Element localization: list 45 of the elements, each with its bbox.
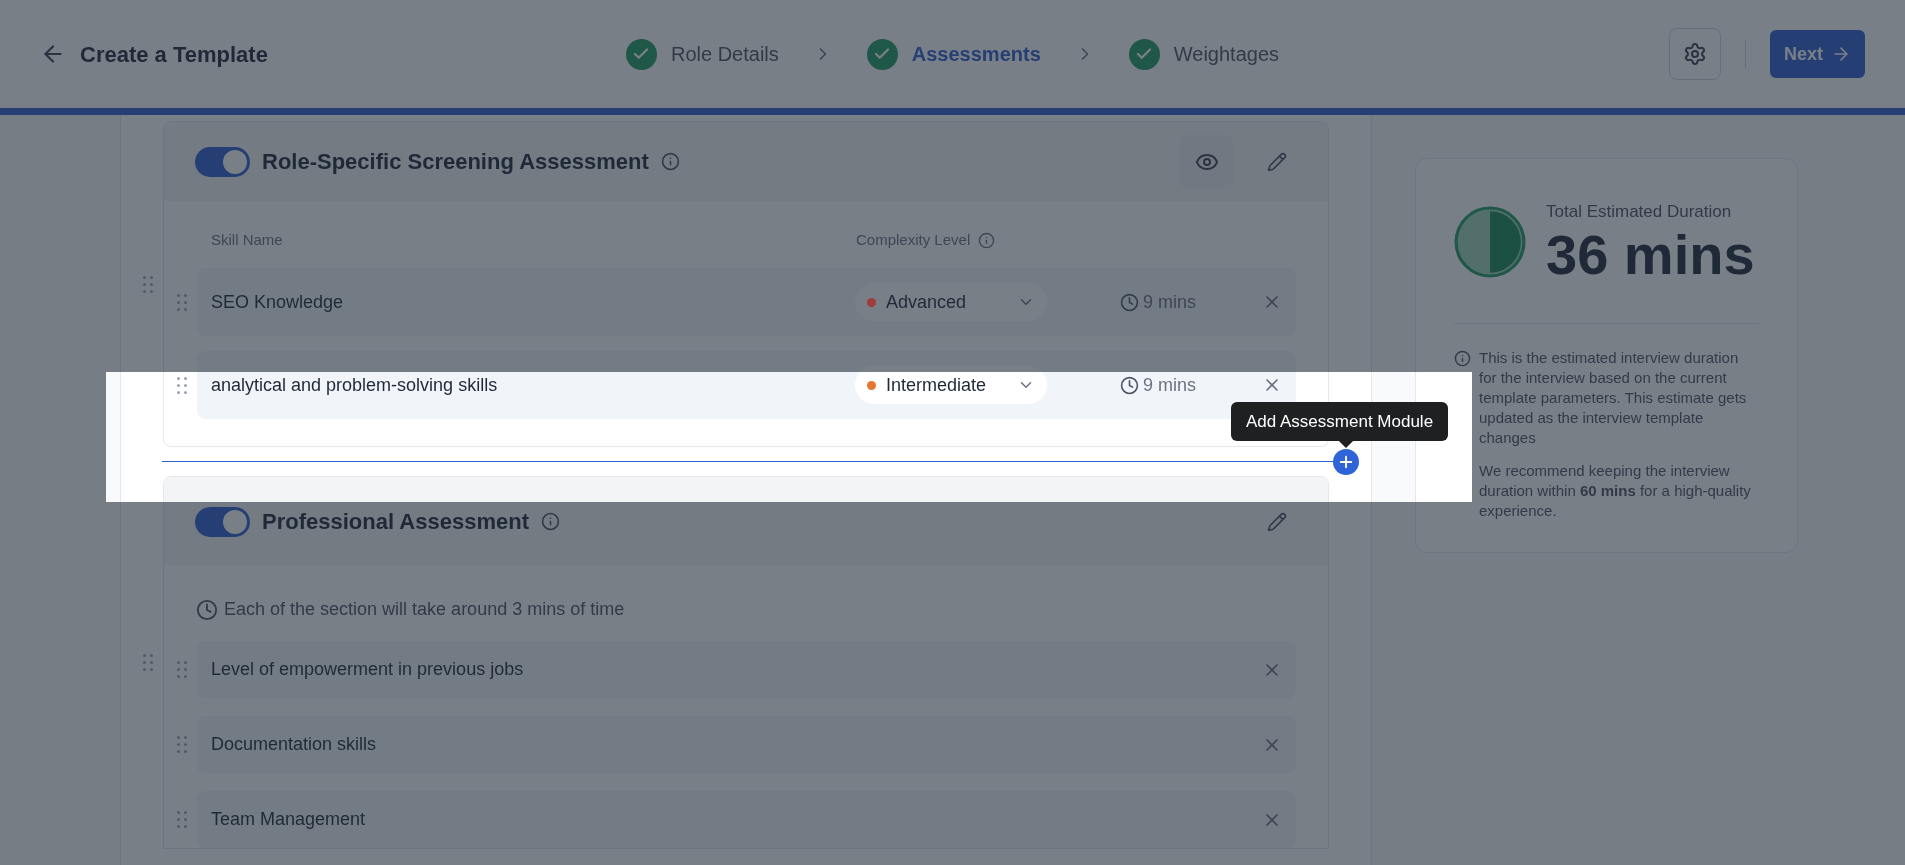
drag-handle-icon[interactable]: [177, 736, 187, 753]
skill-name: SEO Knowledge: [211, 290, 345, 314]
drag-handle-icon[interactable]: [143, 275, 153, 293]
duration-recommendation: We recommend keeping the interview duration within 60 mins for a high-quality experience.: [1479, 460, 1752, 521]
step-tab[interactable]: Role Details: [670, 39, 779, 69]
drag-handle-icon[interactable]: [177, 661, 187, 678]
section-note: Each of the section will take around 3 mins of time: [224, 598, 625, 621]
duration-note: This is the estimated interview duration for the interview based on the current template parameters. This estimate gets updated as the interview template changes: [1479, 347, 1748, 448]
complexity-dropdown[interactable]: Advanced: [855, 283, 1047, 321]
step-tab[interactable]: Weightages: [1173, 39, 1280, 69]
clock-icon: [1120, 292, 1139, 312]
duration-text: 9 mins: [1143, 373, 1197, 397]
settings-icon: [1683, 42, 1707, 66]
drag-handle-icon[interactable]: [143, 654, 153, 671]
skill-name: analytical and problem-solving skills: [211, 373, 499, 397]
page-title: Create a Template: [80, 40, 268, 69]
step-tab[interactable]: Assessments: [911, 39, 1041, 69]
pencil-icon: [1267, 151, 1287, 172]
add-module-button[interactable]: [1333, 448, 1359, 475]
info-icon: [1454, 349, 1471, 367]
clock-icon: [196, 598, 218, 621]
complexity-dropdown[interactable]: Intermediate: [855, 366, 1047, 404]
clock-icon: [1120, 375, 1139, 395]
pencil-icon: [1267, 511, 1287, 532]
module-title: Professional Assessment: [262, 508, 529, 536]
info-icon[interactable]: [660, 152, 680, 171]
section-name: Documentation skills: [211, 733, 377, 756]
drag-handle-icon[interactable]: [177, 293, 187, 311]
info-icon[interactable]: [540, 512, 560, 531]
duration-value: 36 mins: [1546, 224, 1755, 285]
next-button[interactable]: Next: [1770, 30, 1865, 78]
duration-label: Total Estimated Duration: [1546, 201, 1733, 223]
column-header: Skill Name: [211, 230, 284, 251]
duration-ring-icon: [1454, 205, 1526, 278]
tooltip: Add Assessment Module: [1231, 402, 1449, 441]
info-icon[interactable]: [978, 232, 996, 249]
drag-handle-icon[interactable]: [177, 811, 187, 828]
module-title: Role-Specific Screening Assessment: [262, 148, 649, 176]
section-name: Level of empowerment in previous jobs: [211, 658, 524, 681]
column-header: Complexity Level: [856, 230, 971, 251]
settings-button[interactable]: [1669, 28, 1721, 80]
toggle-switch[interactable]: [195, 506, 250, 537]
drag-handle-icon[interactable]: [177, 376, 187, 394]
section-name: Team Management: [211, 808, 366, 831]
toggle-switch[interactable]: [195, 146, 250, 177]
